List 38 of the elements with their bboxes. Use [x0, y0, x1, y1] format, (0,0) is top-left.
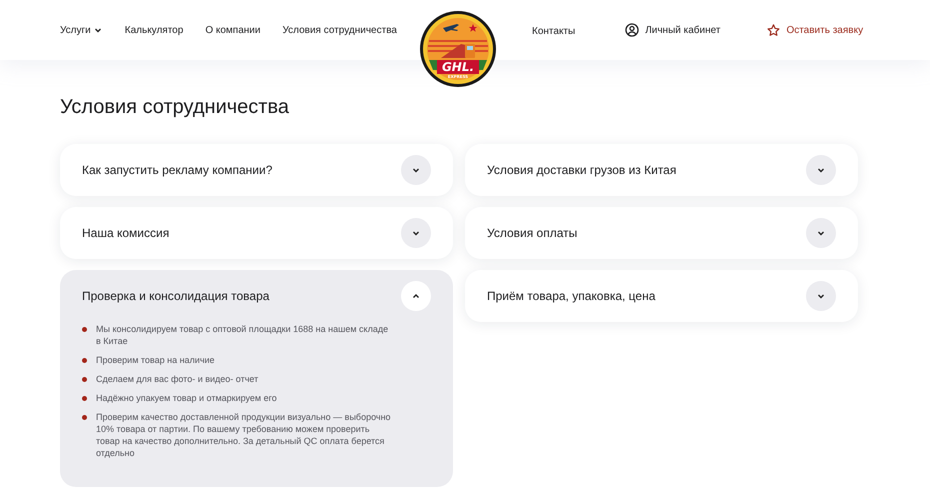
toggle-button[interactable] [806, 281, 836, 311]
account-link[interactable]: Личный кабинет [625, 22, 720, 38]
accordion-title: Условия оплаты [487, 225, 578, 242]
toggle-button[interactable] [401, 281, 431, 311]
toggle-button[interactable] [401, 218, 431, 248]
nav-link[interactable]: Условия сотрудничества [282, 22, 397, 38]
list-item: Надёжно упакуем товар и отмаркируем его [96, 392, 277, 404]
list-item: Проверим товар на наличие [96, 354, 215, 366]
bullet-icon [82, 415, 87, 420]
accordion-card[interactable]: Приём товара, упаковка, цена [465, 270, 858, 322]
accordion-card[interactable]: Как запустить рекламу компании? [60, 144, 453, 196]
nav-link[interactable]: Калькулятор [124, 22, 184, 38]
list-item: Сделаем для вас фото- и видео- отчет [96, 373, 258, 385]
accordion-card[interactable]: Условия оплаты [465, 207, 858, 259]
page-title: Условия сотрудничества [60, 95, 290, 120]
toggle-button[interactable] [806, 218, 836, 248]
accordion-title: Проверка и консолидация товара [82, 288, 270, 305]
toggle-button[interactable] [806, 155, 836, 185]
bullet-icon [82, 396, 87, 401]
list-item: Мы консолидируем товар с оптовой площадки 1688 на нашем складе в Китае [96, 323, 390, 347]
services-menu[interactable]: Услуги [60, 22, 103, 38]
accordion-title: Наша комиссия [82, 225, 170, 242]
list-item: Проверим качество доставленной продукции визуально — выборочно 10% товара от партии. По вашему требованию можем проверить товар на качество дополнительно. За детальный QC оплата берется отдельно [96, 411, 391, 459]
nav-link[interactable]: О компании [205, 22, 260, 38]
accordion-title: Приём товара, упаковка, цена [487, 288, 656, 305]
user-icon [625, 23, 640, 37]
nav-link[interactable]: Контакты [532, 26, 576, 37]
accordion-card[interactable]: Наша комиссия [60, 207, 453, 259]
accordion-title: Условия доставки грузов из Китая [487, 162, 676, 179]
toggle-button[interactable] [401, 155, 431, 185]
accordion-panel[interactable] [60, 270, 453, 487]
accordion-title: Как запустить рекламу компании? [82, 162, 272, 179]
bullet-icon [82, 358, 87, 363]
bullet-icon [82, 327, 87, 332]
accordion-card[interactable]: Условия доставки грузов из Китая [465, 144, 858, 196]
bullet-icon [82, 377, 87, 382]
star-icon [767, 24, 780, 36]
request-link[interactable]: Оставить заявку [767, 22, 864, 38]
